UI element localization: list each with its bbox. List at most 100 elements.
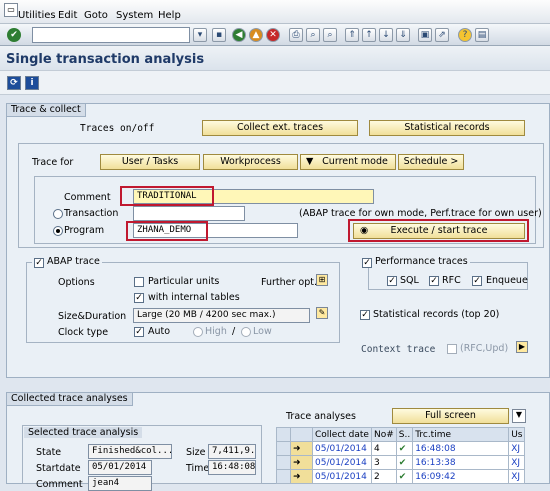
startdate-label: Startdate xyxy=(36,463,81,474)
triangle-down-icon: ▼ xyxy=(306,156,314,167)
size-duration-select[interactable]: Large (20 MB / 4200 sec max.) xyxy=(133,308,310,323)
rfc-checkbox[interactable]: ✓ xyxy=(429,276,439,286)
info-icon[interactable]: i xyxy=(25,76,39,90)
cell-status: ✔ xyxy=(395,455,414,470)
row-selector[interactable] xyxy=(276,455,291,470)
col-collect-date[interactable]: Collect date xyxy=(312,427,372,442)
table-row[interactable]: ➜ 05/01/2014 3 ✔ 16:13:38 XJ xyxy=(276,455,526,470)
internal-tables-checkbox[interactable]: ✓ xyxy=(134,293,144,303)
icon-column-header xyxy=(290,427,313,442)
command-field[interactable] xyxy=(32,27,190,43)
back-icon[interactable]: ◀ xyxy=(232,28,246,42)
auto-checkbox[interactable]: ✓ xyxy=(134,327,144,337)
context-trace-checkbox[interactable] xyxy=(447,344,457,354)
highlight-program xyxy=(126,221,208,241)
menu-utilities[interactable]: Utilities xyxy=(18,10,56,21)
display-row-icon[interactable]: ➜ xyxy=(290,469,313,484)
layout-menu-icon[interactable]: ▤ xyxy=(475,28,489,42)
cell-no: 3 xyxy=(370,455,397,470)
abap-trace-checkbox[interactable]: ✓ xyxy=(34,258,44,268)
display-row-icon[interactable]: ➜ xyxy=(290,455,313,470)
help-icon[interactable]: ? xyxy=(458,28,472,42)
statistical-top-label: Statistical records (top 20) xyxy=(373,309,500,320)
enqueue-checkbox[interactable]: ✓ xyxy=(472,276,482,286)
tab-current-mode[interactable]: ▼ Current mode xyxy=(300,154,396,170)
find-icon[interactable]: ⌕ xyxy=(306,28,320,42)
trace-analyses-label: Trace analyses xyxy=(286,411,356,422)
enter-icon[interactable]: ✔ xyxy=(7,28,21,42)
further-options-icon[interactable]: ⊞ xyxy=(316,274,328,286)
full-screen-button[interactable]: Full screen xyxy=(392,408,509,424)
row-selector[interactable] xyxy=(276,469,291,484)
trace-collect-title: Trace & collect xyxy=(7,104,86,117)
cell-no: 4 xyxy=(370,441,397,456)
auto-label: Auto xyxy=(148,326,171,337)
refresh-icon[interactable]: ⟳ xyxy=(7,76,21,90)
startdate-field: 05/01/2014 xyxy=(88,460,152,475)
clock-type-label: Clock type xyxy=(58,327,109,338)
collected-title: Collected trace analyses xyxy=(7,393,133,406)
clock-separator: / xyxy=(232,326,236,337)
statistical-records-button[interactable]: Statistical records xyxy=(369,120,525,136)
menu-help[interactable]: Help xyxy=(158,10,181,21)
dropdown-icon[interactable]: ▾ xyxy=(193,28,207,42)
cell-time: 16:09:42 xyxy=(412,469,510,484)
cell-status: ✔ xyxy=(395,469,414,484)
col-no[interactable]: No# xyxy=(370,427,397,442)
tab-workprocess[interactable]: Workprocess xyxy=(203,154,298,170)
col-trc-time[interactable]: Trc.time xyxy=(412,427,510,442)
last-page-icon[interactable]: ⇓ xyxy=(396,28,410,42)
high-radio[interactable] xyxy=(193,327,203,337)
first-page-icon[interactable]: ⇑ xyxy=(345,28,359,42)
sap-menu-icon[interactable]: ▭ xyxy=(4,3,18,17)
next-page-icon[interactable]: ↓ xyxy=(379,28,393,42)
performance-traces-title: Performance traces xyxy=(375,256,468,267)
statistical-top-checkbox[interactable]: ✓ xyxy=(360,310,370,320)
print-icon[interactable]: ⎙ xyxy=(289,28,303,42)
application-toolbar: ⟳ i xyxy=(0,71,550,95)
menu-system[interactable]: System xyxy=(116,10,153,21)
transaction-field[interactable] xyxy=(133,206,245,221)
state-field: Finished&col... xyxy=(88,444,172,459)
low-label: Low xyxy=(253,326,272,337)
size-field: 7,411,9... xyxy=(208,444,256,459)
row-selector[interactable] xyxy=(276,441,291,456)
particular-units-checkbox[interactable] xyxy=(134,277,144,287)
table-row[interactable]: ➜ 05/01/2014 4 ✔ 16:48:08 XJ xyxy=(276,441,526,456)
tab-schedule[interactable]: Schedule > xyxy=(398,154,464,170)
program-radio[interactable] xyxy=(53,226,63,236)
filter-icon[interactable]: ▼ xyxy=(512,409,526,423)
exit-icon[interactable]: ▲ xyxy=(249,28,263,42)
save-icon[interactable]: ▪ xyxy=(212,28,226,42)
collect-ext-traces-button[interactable]: Collect ext. traces xyxy=(202,120,358,136)
cell-no: 2 xyxy=(370,469,397,484)
prev-page-icon[interactable]: ↑ xyxy=(362,28,376,42)
page-title: Single transaction analysis xyxy=(6,52,205,67)
selected-trace-title: Selected trace analysis xyxy=(24,427,143,438)
low-radio[interactable] xyxy=(241,327,251,337)
cell-date: 05/01/2014 xyxy=(312,469,372,484)
find-next-icon[interactable]: ⌕ xyxy=(323,28,337,42)
table-row[interactable]: ➜ 05/01/2014 2 ✔ 16:09:42 XJ xyxy=(276,469,526,484)
tab-user-tasks[interactable]: User / Tasks xyxy=(100,154,200,170)
edit-size-icon[interactable]: ✎ xyxy=(316,307,328,319)
cancel-icon[interactable]: ✕ xyxy=(266,28,280,42)
new-session-icon[interactable]: ▣ xyxy=(418,28,432,42)
context-trace-go-icon[interactable]: ▶ xyxy=(516,341,528,353)
context-trace-value: (RFC,Upd) xyxy=(460,343,509,354)
ownmode-note: (ABAP trace for own mode, Perf.trace for… xyxy=(299,208,542,219)
size-label: Size xyxy=(186,447,206,458)
col-status[interactable]: S.. xyxy=(395,427,414,442)
tab-current-mode-label: Current mode xyxy=(322,156,388,167)
menu-edit[interactable]: Edit xyxy=(58,10,77,21)
performance-traces-checkbox[interactable]: ✓ xyxy=(362,258,372,268)
menu-goto[interactable]: Goto xyxy=(84,10,108,21)
transaction-radio[interactable] xyxy=(53,209,63,219)
highlight-comment xyxy=(120,186,214,206)
sql-checkbox[interactable]: ✓ xyxy=(387,276,397,286)
col-user[interactable]: Us xyxy=(508,427,526,442)
shortcut-icon[interactable]: ⇗ xyxy=(435,28,449,42)
cell-date: 05/01/2014 xyxy=(312,441,372,456)
display-row-icon[interactable]: ➜ xyxy=(290,441,313,456)
performance-traces-header: ✓ Performance traces xyxy=(360,256,470,268)
